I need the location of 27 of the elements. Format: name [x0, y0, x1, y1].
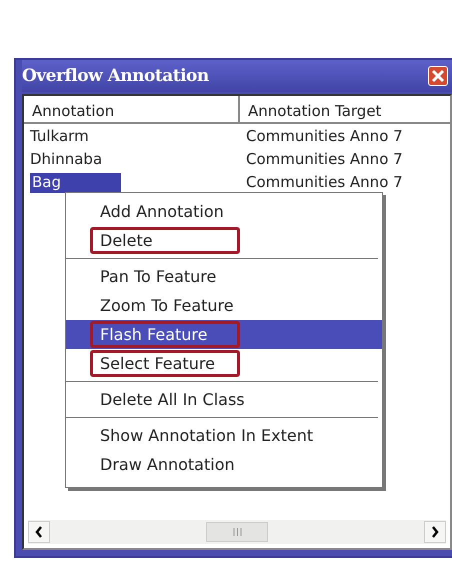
- menu-item[interactable]: Flash Feature: [66, 320, 382, 349]
- column-header[interactable]: Annotation Target: [240, 96, 450, 122]
- table-cell-text: Tulkarm: [29, 126, 90, 144]
- scroll-right-button[interactable]: [424, 521, 446, 543]
- table-cell-text: Communities Anno 7: [245, 172, 404, 190]
- scroll-left-button[interactable]: [28, 521, 50, 543]
- menu-item[interactable]: Zoom To Feature: [66, 291, 382, 320]
- menu-item[interactable]: Show Annotation In Extent: [66, 421, 382, 450]
- column-header[interactable]: Annotation: [24, 96, 240, 122]
- right-chevron-icon: [431, 526, 439, 538]
- close-icon: [431, 69, 445, 83]
- grip-icon: [232, 528, 242, 536]
- table-cell-text: Communities Anno 7: [245, 126, 404, 144]
- menu-item[interactable]: Draw Annotation: [66, 450, 382, 479]
- horizontal-scrollbar[interactable]: [28, 520, 446, 544]
- menu-item[interactable]: Add Annotation: [66, 197, 382, 226]
- table-cell-text: Communities Anno 7: [245, 150, 404, 168]
- menu-item[interactable]: Pan To Feature: [66, 262, 382, 291]
- scrollbar-thumb[interactable]: [206, 522, 268, 542]
- window-title: Overflow Annotation: [22, 66, 209, 86]
- menu-item[interactable]: Delete: [66, 226, 382, 255]
- menu-item[interactable]: Delete All In Class: [66, 385, 382, 414]
- table-cell: Bag: [24, 172, 240, 190]
- left-chevron-icon: [35, 526, 43, 538]
- menu-item[interactable]: Select Feature: [66, 349, 382, 378]
- close-button[interactable]: [428, 66, 448, 86]
- table-cell-text: Dhinnaba: [29, 150, 104, 168]
